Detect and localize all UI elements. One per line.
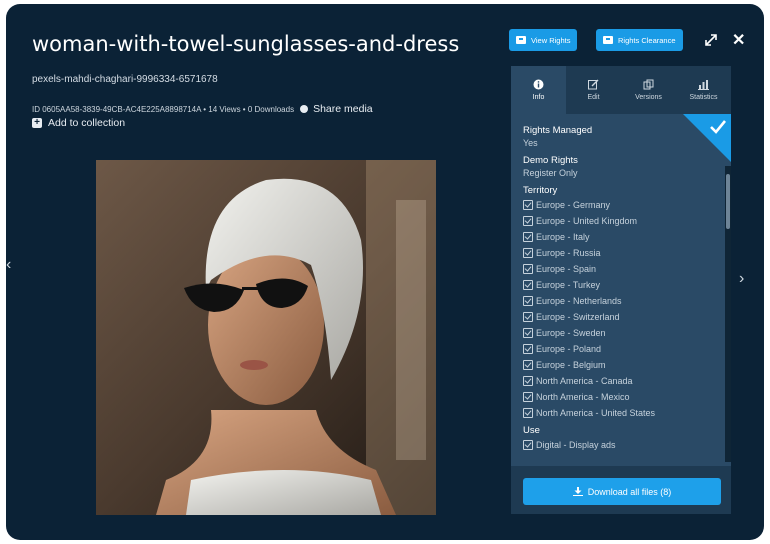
rights-clearance-button[interactable]: Rights Clearance — [596, 29, 683, 51]
territory-item: North America - Mexico — [523, 389, 718, 405]
rights-managed-label: Rights Managed — [523, 125, 593, 136]
checkbox-icon — [523, 440, 533, 450]
media-filename: pexels-mahdi-chaghari-9996334-6571678 — [32, 74, 218, 85]
share-media-button[interactable]: Share media — [300, 103, 373, 115]
territory-item-label: Europe - Russia — [536, 248, 601, 258]
previous-arrow-icon[interactable]: ‹ — [6, 256, 11, 274]
close-icon[interactable]: ✕ — [732, 30, 745, 50]
panel-tabs: Info Edit Versions Statistics — [511, 66, 731, 114]
territory-item: Europe - Sweden — [523, 325, 718, 341]
demo-rights-value: Register Only — [523, 168, 578, 178]
plus-icon: + — [32, 118, 42, 128]
tab-versions[interactable]: Versions — [621, 66, 676, 114]
territory-list: Europe - Germany Europe - United Kingdom… — [523, 197, 718, 421]
checkbox-icon — [523, 248, 533, 258]
territory-item-label: Europe - Belgium — [536, 360, 606, 370]
add-to-collection-button[interactable]: + Add to collection — [32, 117, 125, 129]
checkbox-icon — [523, 296, 533, 306]
tab-versions-label: Versions — [635, 94, 662, 101]
use-item: Digital - Display ads — [523, 437, 718, 453]
use-label: Use — [523, 425, 540, 436]
territory-item-label: Europe - United Kingdom — [536, 216, 638, 226]
territory-item: Europe - Germany — [523, 197, 718, 213]
territory-item: Europe - Italy — [523, 229, 718, 245]
territory-item: North America - Canada — [523, 373, 718, 389]
share-icon — [300, 105, 309, 113]
rights-clearance-label: Rights Clearance — [618, 35, 676, 45]
tab-info-label: Info — [532, 94, 545, 101]
tab-statistics-label: Statistics — [689, 94, 718, 101]
demo-rights-label: Demo Rights — [523, 155, 578, 166]
territory-item-label: Europe - Germany — [536, 200, 611, 210]
versions-icon — [643, 79, 654, 90]
briefcase-icon — [603, 36, 613, 44]
territory-item-label: Europe - Turkey — [536, 280, 601, 290]
statistics-icon — [698, 80, 709, 90]
view-rights-button[interactable]: View Rights — [509, 29, 578, 51]
rights-managed-value: Yes — [523, 138, 538, 148]
checkbox-icon — [523, 392, 533, 402]
info-panel: Info Edit Versions Statistics Rights Man… — [511, 66, 731, 514]
tab-edit-label: Edit — [587, 94, 600, 101]
download-all-button[interactable]: Download all files (8) — [523, 478, 721, 505]
checkbox-icon — [523, 344, 533, 354]
territory-item: Europe - Netherlands — [523, 293, 718, 309]
tab-statistics[interactable]: Statistics — [676, 66, 731, 114]
expand-icon[interactable] — [703, 32, 719, 48]
info-icon — [533, 79, 544, 90]
briefcase-icon — [516, 36, 526, 44]
checkbox-icon — [523, 232, 533, 242]
territory-item-label: North America - United States — [536, 408, 656, 418]
checkbox-icon — [523, 360, 533, 370]
territory-item-label: Europe - Switzerland — [536, 312, 620, 322]
territory-label: Territory — [523, 185, 558, 196]
checkbox-icon — [523, 280, 533, 290]
territory-item: Europe - Poland — [523, 341, 718, 357]
download-icon — [572, 487, 583, 496]
territory-item: Europe - Spain — [523, 261, 718, 277]
territory-item: Europe - Belgium — [523, 357, 718, 373]
checkbox-icon — [523, 200, 533, 210]
tab-info[interactable]: Info — [511, 66, 566, 114]
territory-item-label: North America - Canada — [536, 376, 633, 386]
media-title: woman-with-towel-sunglasses-and-dress — [32, 32, 460, 56]
media-preview-image — [96, 160, 436, 515]
add-to-collection-label: Add to collection — [48, 117, 126, 129]
checkbox-icon — [523, 216, 533, 226]
checkbox-icon — [523, 376, 533, 386]
territory-item: Europe - Turkey — [523, 277, 718, 293]
territory-item-label: Europe - Spain — [536, 264, 597, 274]
territory-item: Europe - United Kingdom — [523, 213, 718, 229]
territory-item-label: Europe - Netherlands — [536, 296, 622, 306]
next-arrow-icon[interactable]: › — [739, 270, 744, 288]
view-rights-label: View Rights — [531, 35, 571, 45]
territory-item: North America - United States — [523, 405, 718, 421]
territory-item: Europe - Switzerland — [523, 309, 718, 325]
media-meta: ID 0605AA58-3839-49CB-AC4E225A8898714A •… — [32, 103, 373, 115]
checkbox-icon — [523, 328, 533, 338]
territory-item-label: North America - Mexico — [536, 392, 630, 402]
scrollbar-thumb[interactable] — [726, 174, 730, 229]
edit-icon — [588, 79, 599, 90]
territory-item-label: Europe - Poland — [536, 344, 602, 354]
checkbox-icon — [523, 312, 533, 322]
territory-item: Europe - Russia — [523, 245, 718, 261]
panel-scrollbar[interactable] — [725, 166, 731, 462]
territory-item-label: Europe - Italy — [536, 232, 590, 242]
info-content: Rights Managed Yes Demo Rights Register … — [511, 114, 731, 466]
tab-edit[interactable]: Edit — [566, 66, 621, 114]
checkbox-icon — [523, 408, 533, 418]
media-detail-modal: woman-with-towel-sunglasses-and-dress pe… — [6, 4, 764, 540]
download-all-label: Download all files (8) — [587, 486, 672, 497]
share-media-label: Share media — [313, 103, 373, 115]
use-item-label: Digital - Display ads — [536, 440, 616, 450]
media-meta-text: ID 0605AA58-3839-49CB-AC4E225A8898714A •… — [32, 104, 295, 114]
territory-item-label: Europe - Sweden — [536, 328, 606, 338]
rights-fields: Rights Managed Yes Demo Rights Register … — [523, 124, 718, 453]
checkbox-icon — [523, 264, 533, 274]
use-list: Digital - Display ads — [523, 437, 718, 453]
